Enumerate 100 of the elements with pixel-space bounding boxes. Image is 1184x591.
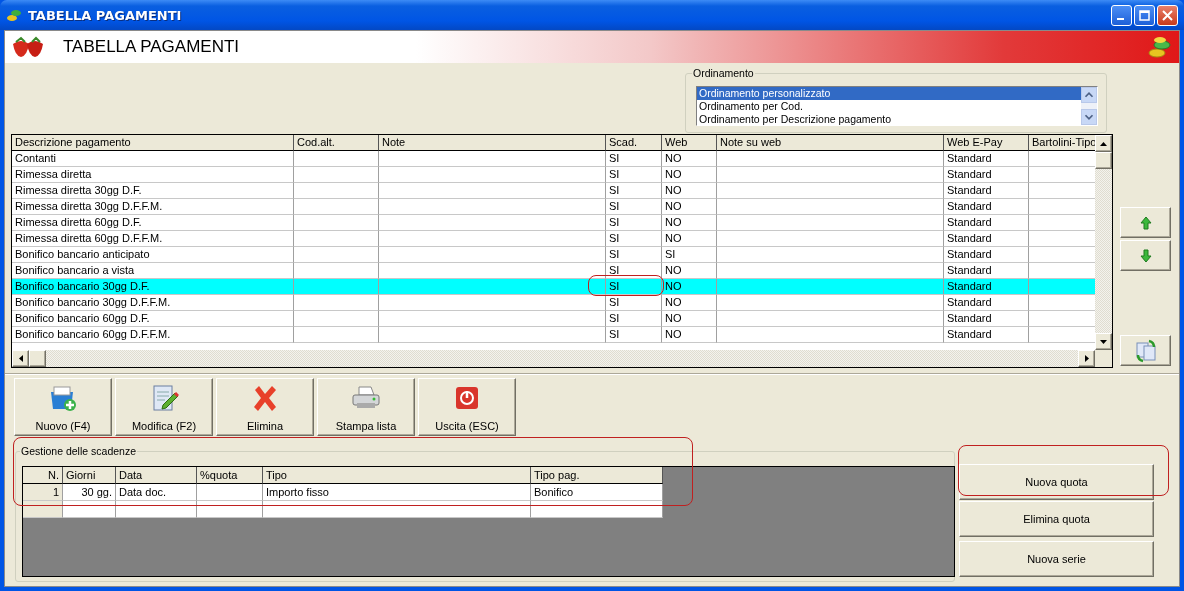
table-cell: Contanti [12, 151, 294, 167]
table-cell: Standard [944, 279, 1029, 295]
table-cell: Standard [944, 151, 1029, 167]
table-cell: Rimessa diretta 30gg D.F.F.M. [12, 199, 294, 215]
table-cell: SI [606, 295, 662, 311]
table-cell: Standard [944, 295, 1029, 311]
group-label: Ordinamento [692, 67, 755, 79]
column-header[interactable]: Web [662, 135, 717, 151]
table-cell: Bonifico bancario 60gg D.F. [12, 311, 294, 327]
column-header[interactable]: Tipo [263, 467, 531, 484]
table-cell: NO [662, 295, 717, 311]
column-header[interactable]: Giorni [63, 467, 116, 484]
toolbar-button[interactable]: Modifica (F2) [115, 378, 213, 436]
table-cell: NO [662, 199, 717, 215]
documents-arrows-icon [1133, 338, 1158, 363]
maximize-icon [1139, 9, 1150, 21]
table-cell: NO [662, 183, 717, 199]
move-down-button[interactable] [1120, 240, 1171, 271]
table-cell: NO [662, 279, 717, 295]
table-row[interactable]: Rimessa diretta 30gg D.F.F.M. SI NO Standard [12, 199, 1095, 215]
table-cell: Standard [944, 311, 1029, 327]
table-cell: SI [662, 247, 717, 263]
table-cell: NO [662, 311, 717, 327]
table-cell: Standard [944, 231, 1029, 247]
table-cell: SI [606, 279, 662, 295]
toolbar-button[interactable]: Nuovo (F4) [14, 378, 112, 436]
table-cell: Bonifico bancario 30gg D.F. [12, 279, 294, 295]
table-cell: NO [662, 231, 717, 247]
maximize-button[interactable] [1134, 4, 1155, 26]
table-cell: Rimessa diretta 60gg D.F. [12, 215, 294, 231]
column-header[interactable]: Descrizione pagamento [12, 135, 294, 151]
toolbar-button[interactable]: Stampa lista [317, 378, 415, 436]
table-cell: Rimessa diretta [12, 167, 294, 183]
arrow-up-icon [1139, 215, 1152, 230]
table-row[interactable]: Rimessa diretta 30gg D.F. SI NO Standard [12, 183, 1095, 199]
list-option[interactable]: Ordinamento personalizzato [697, 87, 1081, 100]
column-header[interactable]: Web E-Pay [944, 135, 1029, 151]
action-button[interactable]: Nuova quota [959, 464, 1154, 500]
list-option[interactable]: Ordinamento per Cod. [697, 100, 1081, 113]
sort-listbox[interactable]: Ordinamento personalizzato Ordinamento per Cod. Ordinamento per Descrizione pagamento [696, 86, 1098, 126]
column-header[interactable]: %quota [197, 467, 263, 484]
close-icon [1162, 9, 1173, 21]
table-row[interactable]: Bonifico bancario 30gg D.F. SI NO Standard [12, 279, 1095, 295]
table-row[interactable]: Rimessa diretta SI NO Standard [12, 167, 1095, 183]
table-cell: Rimessa diretta 60gg D.F.F.M. [12, 231, 294, 247]
table-cell: NO [662, 151, 717, 167]
table-cell: SI [606, 231, 662, 247]
table-cell: Standard [944, 199, 1029, 215]
refresh-button[interactable] [1120, 335, 1171, 366]
window-title: TABELLA PAGAMENTI [28, 7, 183, 23]
page-title: TABELLA PAGAMENTI [63, 37, 241, 57]
table-cell: Standard [944, 183, 1029, 199]
scroll-right-icon[interactable] [1078, 350, 1095, 367]
toolbar-button[interactable]: Elimina [216, 378, 314, 436]
table-row[interactable]: Rimessa diretta 60gg D.F.F.M. SI NO Standard [12, 231, 1095, 247]
column-header[interactable]: N. [23, 467, 63, 484]
column-header[interactable]: Note [379, 135, 606, 151]
table-cell: Bonifico bancario 60gg D.F.F.M. [12, 327, 294, 343]
table-cell: SI [606, 151, 662, 167]
scroll-thumb[interactable] [1095, 152, 1112, 169]
coins-icon [6, 7, 22, 23]
table-cell: SI [606, 215, 662, 231]
table-cell: Standard [944, 247, 1029, 263]
table-cell: SI [606, 327, 662, 343]
table-row[interactable]: Rimessa diretta 60gg D.F. SI NO Standard [12, 215, 1095, 231]
table-cell: 1 [23, 484, 63, 501]
column-header[interactable]: Scad. [606, 135, 662, 151]
table-row[interactable]: Bonifico bancario 60gg D.F.F.M. SI NO Standard [12, 327, 1095, 343]
table-row[interactable]: Contanti SI NO Standard [12, 151, 1095, 167]
scroll-left-icon[interactable] [12, 350, 29, 367]
column-header[interactable]: Data [116, 467, 197, 484]
folder-plus-icon [48, 383, 78, 413]
action-button[interactable]: Nuova serie [959, 541, 1154, 577]
table-cell: NO [662, 327, 717, 343]
table-cell: Bonifico bancario 30gg D.F.F.M. [12, 295, 294, 311]
close-button[interactable] [1157, 4, 1178, 26]
table-cell: SI [606, 183, 662, 199]
scroll-thumb[interactable] [29, 350, 46, 367]
coins-icon [1147, 35, 1173, 59]
table-cell: SI [606, 199, 662, 215]
table-row[interactable]: Bonifico bancario 60gg D.F. SI NO Standard [12, 311, 1095, 327]
table-row[interactable]: Bonifico bancario anticipato SI SI Standard [12, 247, 1095, 263]
table-cell: NO [662, 215, 717, 231]
table-cell: NO [662, 167, 717, 183]
table-cell: Rimessa diretta 30gg D.F. [12, 183, 294, 199]
toolbar-button[interactable]: Uscita (ESC) [418, 378, 516, 436]
table-cell: Standard [944, 167, 1029, 183]
table-cell: Bonifico bancario anticipato [12, 247, 294, 263]
column-header[interactable]: Tipo pag. [531, 467, 663, 484]
action-button[interactable]: Elimina quota [959, 501, 1154, 537]
table-cell: SI [606, 167, 662, 183]
table-cell: SI [606, 247, 662, 263]
column-header[interactable]: Cod.alt. [294, 135, 379, 151]
table-cell: Standard [944, 327, 1029, 343]
column-header[interactable]: Note su web [717, 135, 944, 151]
move-up-button[interactable] [1120, 207, 1171, 238]
minimize-icon [1116, 18, 1124, 20]
table-row[interactable]: Bonifico bancario 30gg D.F.F.M. SI NO Standard [12, 295, 1095, 311]
minimize-button[interactable] [1111, 4, 1132, 26]
list-option[interactable]: Ordinamento per Descrizione pagamento [697, 113, 1081, 125]
